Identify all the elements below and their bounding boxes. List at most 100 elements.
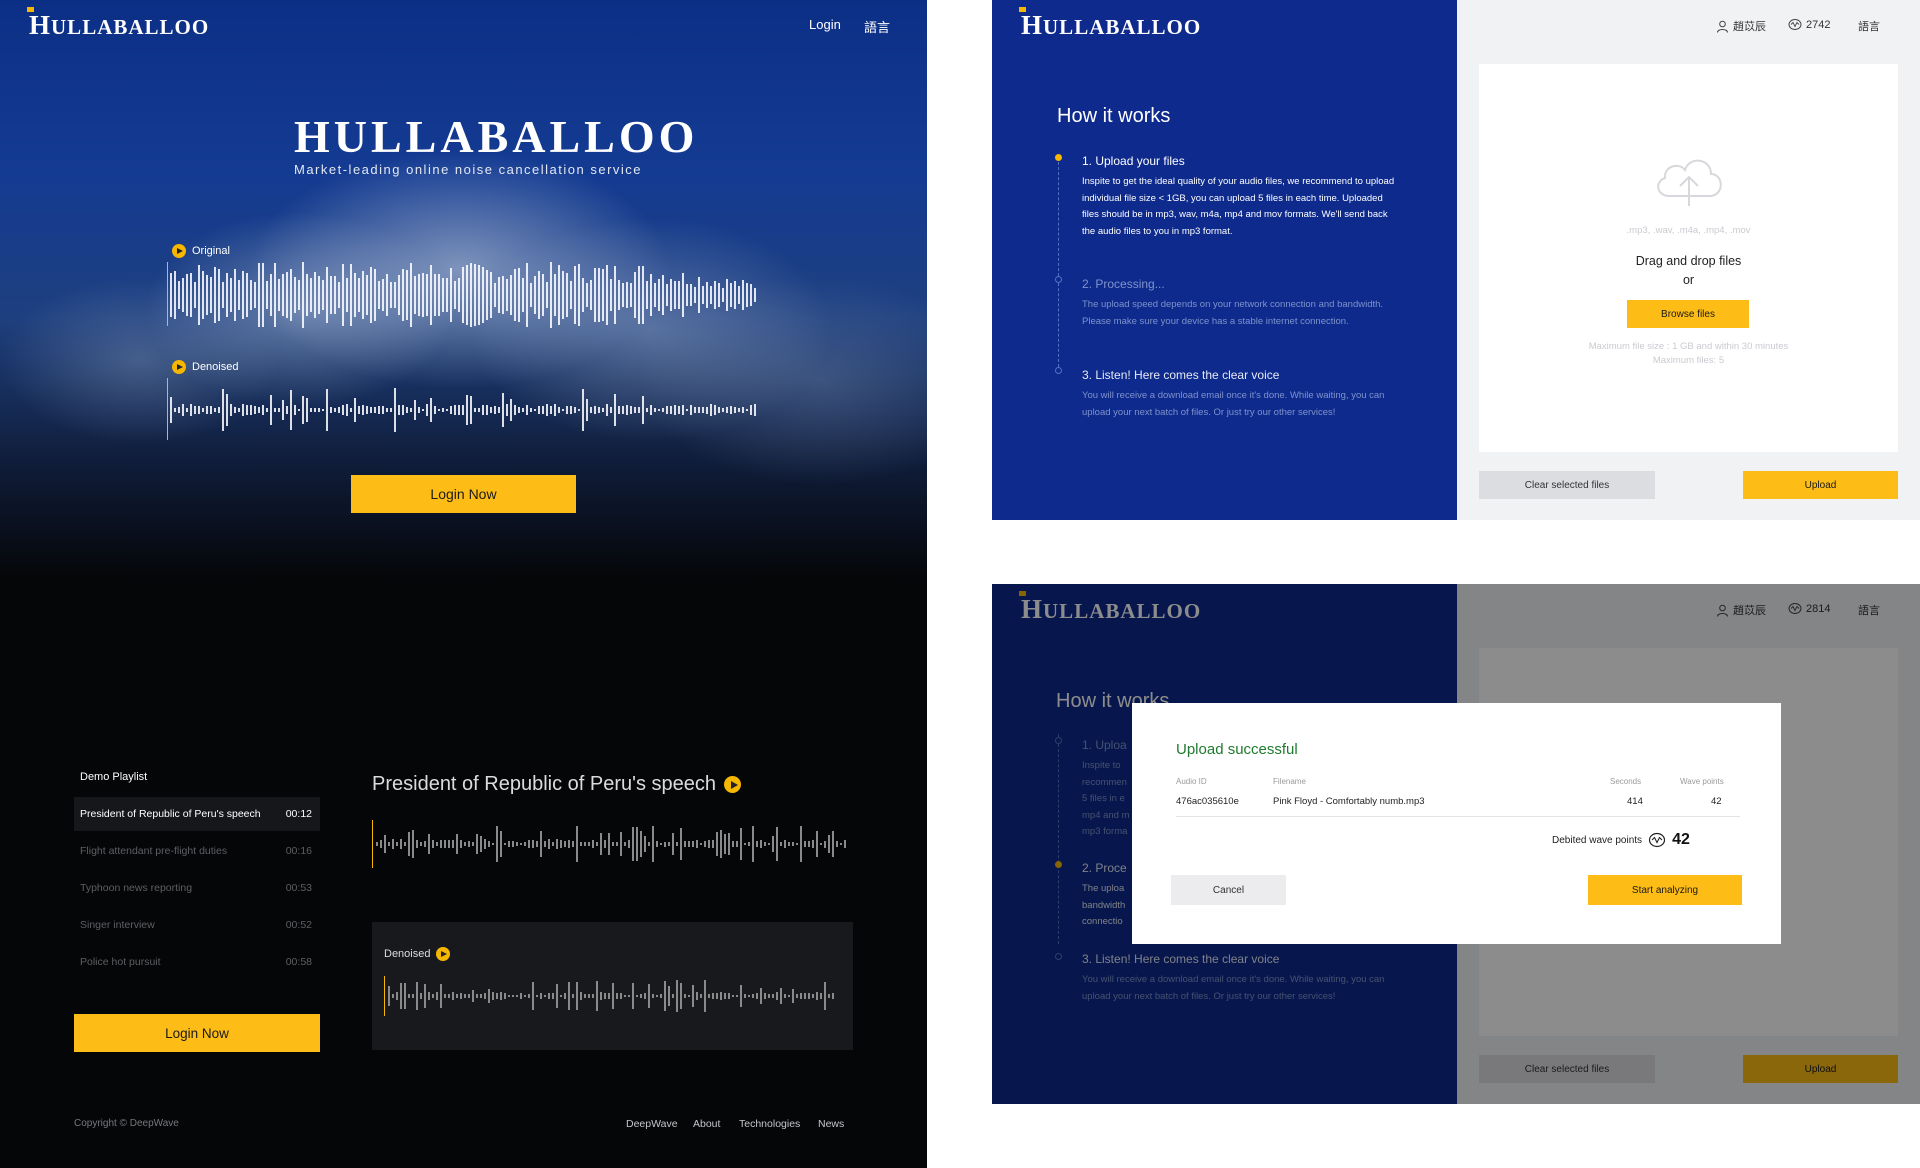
waveform-bar	[724, 834, 726, 854]
denoised-waveform[interactable]	[170, 380, 760, 440]
waveform-bar	[640, 830, 642, 858]
playlist-item[interactable]: Singer interview 00:52	[74, 908, 320, 942]
speech-play-icon[interactable]	[724, 776, 742, 793]
nav-login-link[interactable]: Login	[809, 17, 841, 32]
playlist-item[interactable]: Police hot pursuit 00:58	[74, 945, 320, 979]
waveform-bar	[326, 389, 328, 431]
step-3: 3. Listen! Here comes the clear voice Yo…	[1082, 368, 1402, 421]
waveform-bar	[804, 840, 806, 848]
step-2-title: 2. Processing...	[1082, 277, 1165, 291]
modal-cancel-button[interactable]: Cancel	[1171, 875, 1286, 905]
waveform-bar	[202, 408, 204, 412]
speech-denoised-waveform[interactable]	[388, 974, 842, 1018]
clear-selected-files-button[interactable]: Clear selected files	[1479, 471, 1655, 499]
waveform-bar	[692, 985, 694, 1007]
playlist-item-name: Typhoon news reporting	[80, 882, 193, 894]
waveform-bar	[558, 406, 560, 414]
waveform-bar	[596, 841, 598, 847]
waveform-bar	[654, 283, 656, 307]
waveform-bar	[278, 279, 280, 311]
waveform-bar	[560, 839, 562, 849]
playlist-login-now-button[interactable]: Login Now	[74, 1014, 320, 1052]
footer-link-deepwave[interactable]: DeepWave	[626, 1118, 678, 1130]
waveform-bar	[536, 994, 538, 998]
waveform-bar	[712, 840, 714, 848]
wave-points-display[interactable]: 2742	[1788, 18, 1830, 31]
nav-language-link[interactable]: 語言	[864, 17, 890, 36]
speech-original-waveform[interactable]	[376, 818, 854, 870]
waveform-bar	[230, 404, 232, 416]
waveform-bar	[610, 407, 612, 413]
row-filename: Pink Floyd - Comfortably numb.mp3	[1273, 796, 1425, 807]
footer-link-news[interactable]: News	[818, 1118, 844, 1130]
waveform-bar	[424, 840, 426, 848]
waveform-bar	[430, 398, 432, 422]
waveform-bar	[780, 841, 782, 847]
waveform-bar	[182, 404, 184, 416]
denoised-label-text: Denoised	[192, 361, 239, 373]
waveform-bar	[696, 839, 698, 849]
footer-link-about[interactable]: About	[693, 1118, 720, 1130]
waveform-bar	[682, 404, 684, 416]
upload-button[interactable]: Upload	[1743, 471, 1898, 499]
speech-denoised-play-icon[interactable]	[436, 947, 451, 961]
original-waveform[interactable]	[170, 260, 760, 330]
waveform-bar	[230, 278, 232, 312]
waveform-bar	[666, 406, 668, 414]
waveform-bar	[664, 981, 666, 1011]
drag-drop-text: Drag and drop files	[1635, 254, 1742, 268]
user-menu[interactable]: 趙苡辰	[1716, 18, 1766, 34]
waveform-bar	[784, 993, 786, 999]
waveform-bar	[270, 395, 272, 425]
max-files-text: Maximum files: 5	[1652, 355, 1725, 366]
waveform-bar	[390, 408, 392, 412]
waveform-bar	[426, 274, 428, 316]
original-play-icon[interactable]	[172, 244, 186, 258]
waveform-bar	[358, 406, 360, 414]
playlist-item[interactable]: President of Republic of Peru's speech 00…	[74, 797, 320, 831]
upload-dropzone[interactable]: .mp3, .wav, .m4a, .mp4, .mov Drag and dr…	[1479, 64, 1898, 452]
waveform-bar	[350, 407, 352, 413]
waveform-bar	[408, 994, 410, 998]
waveform-bar	[234, 269, 236, 321]
waveform-bar	[382, 405, 384, 415]
waveform-bar	[290, 390, 292, 430]
waveform-bar	[478, 265, 480, 325]
waveform-bar	[250, 279, 252, 311]
waveform-bar	[222, 281, 224, 309]
footer-link-technologies[interactable]: Technologies	[739, 1118, 800, 1130]
waveform-bar	[688, 994, 690, 998]
waveform-bar	[642, 265, 644, 325]
how-it-works-title: How it works	[1057, 105, 1171, 127]
waveform-bar	[376, 841, 378, 847]
playlist-item[interactable]: Flight attendant pre-flight duties 00:16	[74, 834, 320, 868]
waveform-bar	[238, 280, 240, 310]
waveform-bar	[624, 995, 626, 997]
language-switch[interactable]: 語言	[1858, 18, 1880, 34]
browse-files-button[interactable]: Browse files	[1627, 300, 1749, 328]
brand-logo[interactable]: HULLABALLOO	[1021, 10, 1201, 41]
waveform-bar	[708, 994, 710, 998]
waveform-bar	[282, 274, 284, 316]
waveform-bar	[186, 273, 188, 317]
brand-logo[interactable]: HULLABALLOO	[29, 10, 209, 41]
waveform-bar	[596, 980, 598, 1012]
playlist-item[interactable]: Typhoon news reporting 00:53	[74, 871, 320, 905]
waveform-bar	[630, 283, 632, 307]
hero-login-now-button[interactable]: Login Now	[351, 475, 576, 513]
start-analyzing-button[interactable]: Start analyzing	[1588, 875, 1742, 905]
waveform-bar	[466, 395, 468, 425]
waveform-bar	[510, 399, 512, 421]
waveform-bar	[450, 406, 452, 414]
waveform-bar	[760, 988, 762, 1004]
speech-denoised-label-text: Denoised	[384, 948, 431, 960]
denoised-play-icon[interactable]	[172, 360, 186, 374]
waveform-bar	[540, 830, 542, 858]
speech-title: President of Republic of Peru's speech	[372, 773, 742, 796]
waveform-bar	[744, 842, 746, 846]
waveform-bar	[720, 992, 722, 1000]
waveform-bar	[764, 842, 766, 846]
waveform-bar	[796, 842, 798, 846]
waveform-bar	[468, 993, 470, 999]
waveform-bar	[414, 276, 416, 314]
